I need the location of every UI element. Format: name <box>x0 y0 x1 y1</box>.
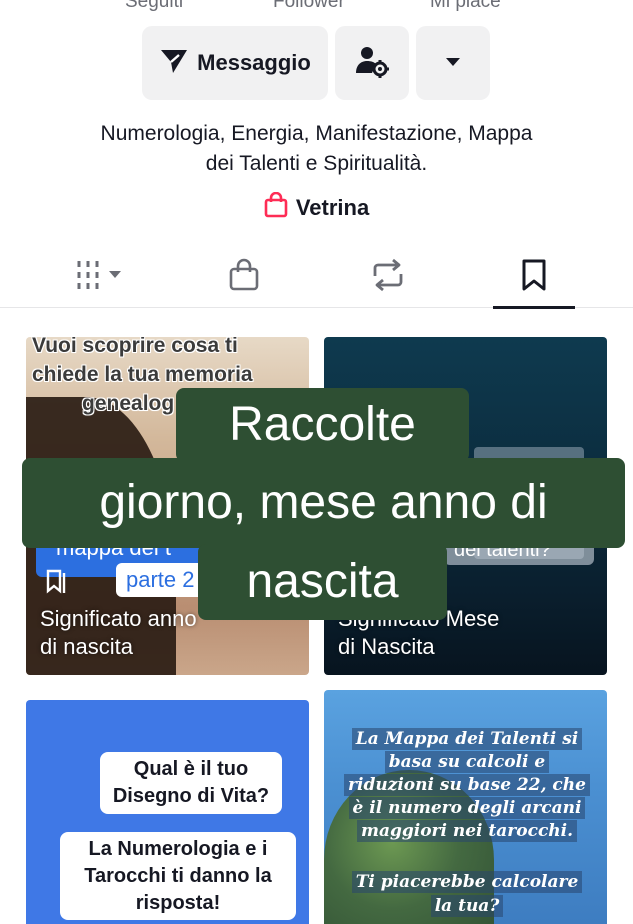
shop-bag-icon <box>228 258 260 297</box>
followers-label: Follower <box>273 0 345 12</box>
send-icon <box>159 47 189 80</box>
likes-label: Mi piace <box>430 0 501 12</box>
card3-answer-box: La Numerologia e i Tarocchi ti danno la … <box>60 832 296 920</box>
card4-question: Ti piacerebbe calcolare la tua? <box>342 870 592 918</box>
caret-down-icon <box>445 54 461 72</box>
overlay-caption-line-2: giorno, mese anno di <box>22 458 625 548</box>
more-options-button[interactable] <box>416 26 490 100</box>
tab-videos[interactable] <box>60 246 142 308</box>
tab-saved[interactable] <box>493 246 575 309</box>
profile-stats: Seguiti Follower Mi piace <box>0 0 633 13</box>
repost-icon <box>370 258 406 297</box>
following-label: Seguiti <box>125 0 184 12</box>
shop-label: Vetrina <box>295 194 370 220</box>
shop-link[interactable]: Vetrina <box>0 191 633 223</box>
message-button-label: Messaggio <box>197 50 311 75</box>
tab-shop[interactable] <box>203 246 285 308</box>
bio-line-1: Numerologia, Energia, Manifestazione, Ma… <box>100 122 533 145</box>
message-button[interactable]: Messaggio <box>142 26 328 100</box>
card4-text: La Mappa dei Talenti si basa su calcoli … <box>342 728 592 843</box>
videos-grid-icon <box>75 259 127 296</box>
user-settings-icon <box>355 44 389 83</box>
part-label: parte 2 <box>116 563 205 597</box>
saved-video-card-3[interactable]: Qual è il tuo Disegno di Vita? La Numero… <box>26 700 309 924</box>
bookmark-icon <box>520 258 548 297</box>
overlay-caption-line-1: Raccolte <box>176 388 469 462</box>
profile-bio: Numerologia, Energia, Manifestazione, Ma… <box>40 119 593 179</box>
profile-tabs <box>0 246 633 309</box>
tab-reposts[interactable] <box>347 246 429 308</box>
shopping-bag-icon <box>264 191 288 223</box>
bio-line-2: dei Talenti e Spiritualità. <box>205 152 428 175</box>
card3-question-box: Qual è il tuo Disegno di Vita? <box>100 752 282 814</box>
overlay-caption-line-3: nascita <box>198 544 447 620</box>
saved-video-card-4[interactable]: La Mappa dei Talenti si basa su calcoli … <box>324 690 607 924</box>
add-friend-button[interactable] <box>335 26 409 100</box>
bookmark-overlay-icon <box>42 567 72 600</box>
